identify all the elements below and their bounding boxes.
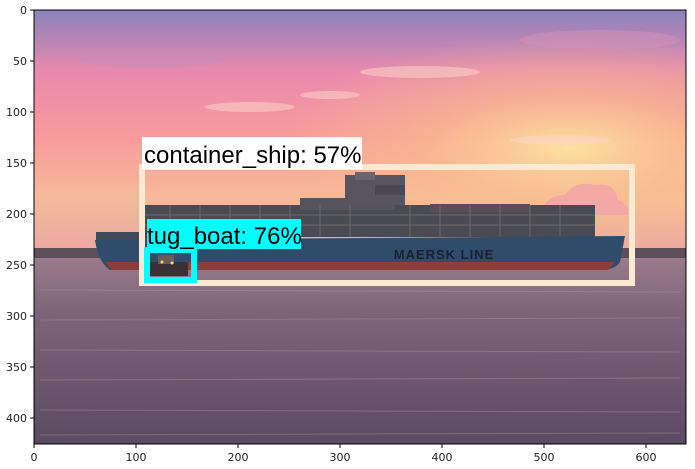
x-tick: 0 xyxy=(31,444,38,464)
svg-text:600: 600 xyxy=(636,451,657,464)
svg-text:300: 300 xyxy=(6,310,27,323)
y-tick: 400 xyxy=(6,412,34,425)
svg-text:0: 0 xyxy=(20,4,27,17)
svg-text:200: 200 xyxy=(6,208,27,221)
x-tick: 400 xyxy=(432,444,453,464)
x-tick: 300 xyxy=(330,444,351,464)
y-tick: 300 xyxy=(6,310,34,323)
svg-text:100: 100 xyxy=(126,451,147,464)
photo: MAERSK LINE xyxy=(34,10,686,444)
svg-text:500: 500 xyxy=(534,451,555,464)
svg-text:100: 100 xyxy=(6,106,27,119)
hull-text: MAERSK LINE xyxy=(394,247,495,262)
y-tick: 0 xyxy=(20,4,34,17)
svg-text:150: 150 xyxy=(6,157,27,170)
y-tick: 150 xyxy=(6,157,34,170)
container-ship-label: container_ship: 57% xyxy=(144,142,361,169)
svg-text:50: 50 xyxy=(13,55,27,68)
tug-boat-label: tug_boat: 76% xyxy=(147,223,302,250)
x-tick: 500 xyxy=(534,444,555,464)
x-axis: 0 100 200 300 400 500 600 xyxy=(31,444,657,464)
svg-text:350: 350 xyxy=(6,361,27,374)
y-axis: 0 50 100 150 200 250 300 350 400 xyxy=(6,4,34,425)
svg-text:250: 250 xyxy=(6,259,27,272)
svg-text:400: 400 xyxy=(6,412,27,425)
y-tick: 100 xyxy=(6,106,34,119)
svg-text:400: 400 xyxy=(432,451,453,464)
svg-text:0: 0 xyxy=(31,451,38,464)
svg-text:300: 300 xyxy=(330,451,351,464)
figure: MAERSK LINE container_ship: 57% tug_boat… xyxy=(6,4,687,464)
y-tick: 50 xyxy=(13,55,34,68)
x-tick: 200 xyxy=(228,444,249,464)
y-tick: 250 xyxy=(6,259,34,272)
y-tick: 200 xyxy=(6,208,34,221)
x-tick: 600 xyxy=(636,444,657,464)
y-tick: 350 xyxy=(6,361,34,374)
svg-text:200: 200 xyxy=(228,451,249,464)
x-tick: 100 xyxy=(126,444,147,464)
